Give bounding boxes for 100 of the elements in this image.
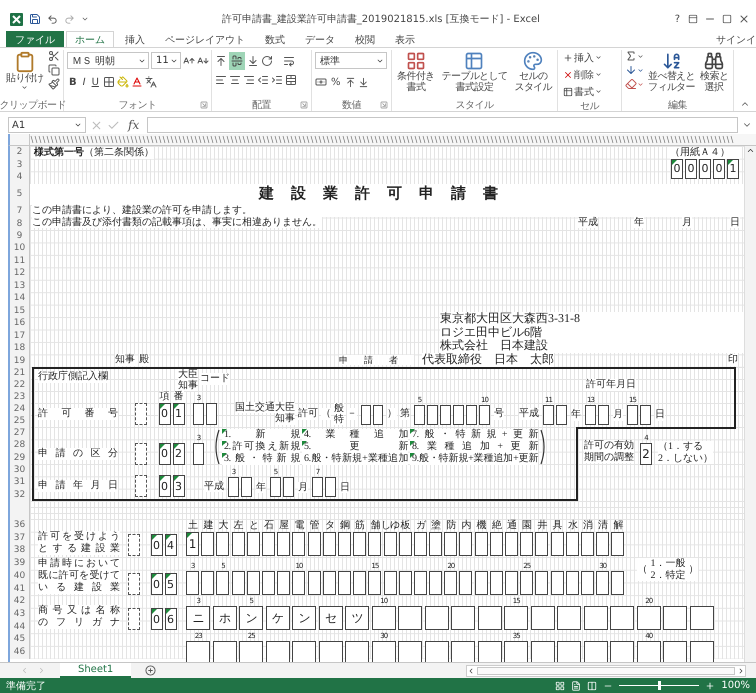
entry-box[interactable] xyxy=(585,404,596,424)
entry-box[interactable]: ン xyxy=(239,606,264,630)
entry-box[interactable] xyxy=(398,641,422,662)
insert-function-button[interactable]: fx xyxy=(124,118,144,132)
row-number[interactable]: 32 xyxy=(10,488,29,501)
entry-box[interactable]: 1 xyxy=(172,402,184,424)
entry-box[interactable] xyxy=(186,641,210,662)
entry-box[interactable] xyxy=(246,571,260,595)
eraser-icon[interactable] xyxy=(625,78,644,90)
entry-box[interactable] xyxy=(640,404,651,424)
vertical-scrollbar[interactable] xyxy=(744,146,756,662)
align-middle-button[interactable] xyxy=(229,52,245,70)
entry-box[interactable] xyxy=(414,571,427,595)
entry-box[interactable] xyxy=(312,477,323,498)
bold-button[interactable]: B xyxy=(67,73,79,91)
row-number[interactable]: 37 xyxy=(10,532,29,544)
row-number[interactable]: 17 xyxy=(10,330,29,342)
entry-box[interactable] xyxy=(505,571,518,595)
entry-box[interactable] xyxy=(414,404,425,424)
entry-box[interactable] xyxy=(308,571,321,595)
entry-box[interactable] xyxy=(322,571,336,595)
normal-view-icon[interactable] xyxy=(555,680,566,690)
align-right-icon[interactable] xyxy=(243,74,255,86)
entry-box[interactable] xyxy=(557,641,582,662)
entry-box[interactable] xyxy=(440,404,451,424)
entry-box[interactable]: 0 xyxy=(685,158,697,178)
entry-box[interactable] xyxy=(292,532,306,556)
entry-box[interactable] xyxy=(636,641,661,662)
dashed-box[interactable] xyxy=(135,475,147,498)
dashed-box[interactable] xyxy=(135,402,147,424)
entry-box[interactable] xyxy=(530,606,555,630)
cell-command-button[interactable]: 挿入 xyxy=(561,50,604,65)
entry-box[interactable] xyxy=(504,606,528,630)
entry-box[interactable]: 2 xyxy=(172,442,184,465)
entry-box[interactable] xyxy=(610,606,634,630)
entry-box[interactable] xyxy=(283,477,294,498)
entry-box[interactable] xyxy=(368,532,382,556)
font-color-icon[interactable] xyxy=(130,76,143,88)
entry-box[interactable] xyxy=(361,404,371,424)
row-number[interactable]: 16 xyxy=(10,317,29,330)
entry-box[interactable] xyxy=(663,641,688,662)
align-center-icon[interactable] xyxy=(229,74,241,86)
italic-button[interactable]: I xyxy=(80,73,88,91)
dashed-box[interactable] xyxy=(135,442,147,465)
scroll-thumb[interactable] xyxy=(477,666,735,674)
row-number[interactable]: 45 xyxy=(10,633,29,646)
decrease-indent-icon[interactable] xyxy=(257,74,269,86)
entry-box[interactable]: ツ xyxy=(345,606,370,630)
zoom-thumb[interactable] xyxy=(658,681,662,690)
increase-indent-icon[interactable] xyxy=(271,74,283,86)
entry-box[interactable] xyxy=(610,641,634,662)
cell-command-button[interactable]: 書式 xyxy=(561,84,604,99)
entry-box[interactable] xyxy=(444,571,458,595)
row-number[interactable]: 42 xyxy=(10,595,29,608)
entry-box[interactable] xyxy=(459,532,472,556)
entry-box[interactable] xyxy=(308,532,321,556)
page-break-icon[interactable] xyxy=(587,680,598,690)
entry-box[interactable] xyxy=(557,606,582,630)
entry-box[interactable] xyxy=(550,571,564,595)
ribbon-tab[interactable]: ホーム xyxy=(66,31,114,48)
font-size-dropdown[interactable]: 11 xyxy=(151,52,181,69)
entry-box[interactable] xyxy=(292,571,306,595)
entry-box[interactable] xyxy=(530,641,555,662)
help-button[interactable]: ? xyxy=(672,10,682,28)
row-number[interactable]: 28 xyxy=(10,439,29,452)
entry-box[interactable] xyxy=(216,532,230,556)
style-button[interactable]: セルの スタイル xyxy=(513,50,553,94)
row-number[interactable]: 40 xyxy=(10,570,29,583)
entry-box[interactable] xyxy=(372,606,396,630)
align-left-icon[interactable] xyxy=(215,74,227,86)
entry-box[interactable] xyxy=(206,402,217,424)
entry-box[interactable] xyxy=(201,571,214,595)
row-number[interactable]: 23 xyxy=(10,391,29,403)
entry-box[interactable] xyxy=(338,532,351,556)
entry-box[interactable] xyxy=(262,571,276,595)
entry-box[interactable] xyxy=(372,641,396,662)
maximize-icon[interactable] xyxy=(722,14,732,24)
row-number[interactable]: 15 xyxy=(10,304,29,318)
cell-command-button[interactable]: 削除 xyxy=(561,67,604,82)
ribbon-options-icon[interactable] xyxy=(688,14,698,24)
entry-box[interactable] xyxy=(535,532,548,556)
entry-box[interactable]: 0 xyxy=(158,475,170,498)
entry-box[interactable]: 1 xyxy=(186,532,200,556)
entry-box[interactable] xyxy=(451,606,476,630)
row-number[interactable]: 39 xyxy=(10,557,29,570)
entry-box[interactable] xyxy=(373,404,383,424)
entry-box[interactable]: 2 xyxy=(640,443,652,465)
entry-box[interactable] xyxy=(453,404,464,424)
dashed-box[interactable] xyxy=(128,573,140,595)
sheet-tab[interactable]: Sheet1 xyxy=(60,663,132,678)
entry-box[interactable] xyxy=(535,571,548,595)
row-number[interactable]: 29 xyxy=(10,452,29,464)
row-number[interactable]: 3 xyxy=(10,158,29,172)
entry-box[interactable] xyxy=(429,571,442,595)
entry-box[interactable] xyxy=(474,532,488,556)
entry-box[interactable] xyxy=(520,532,534,556)
entry-box[interactable] xyxy=(270,477,281,498)
merge-cells-icon[interactable] xyxy=(285,74,297,86)
entry-box[interactable] xyxy=(580,532,594,556)
entry-box[interactable]: 0 xyxy=(150,573,162,595)
